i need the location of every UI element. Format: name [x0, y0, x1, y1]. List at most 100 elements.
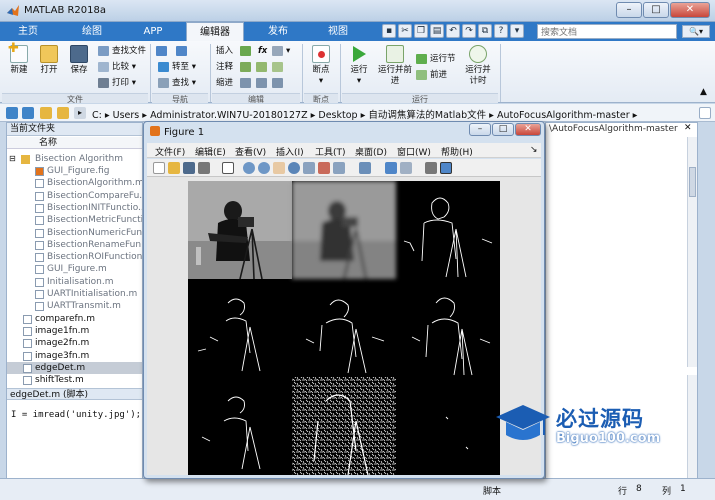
minimize-button[interactable]: –	[616, 2, 642, 18]
command-scrollbar[interactable]	[687, 375, 697, 481]
back-arrow-icon[interactable]	[6, 107, 18, 119]
menu-tools[interactable]: 工具(T)	[315, 145, 346, 158]
scrollbar-thumb[interactable]	[689, 167, 696, 197]
save-figure-icon[interactable]	[183, 162, 195, 174]
address-dropdown-icon[interactable]	[699, 107, 711, 119]
file-row[interactable]: BisectionRenameFun...	[7, 239, 142, 251]
menu-dock-arrow-icon[interactable]: ↘	[530, 145, 538, 155]
collapse-icon[interactable]: ⊟	[9, 153, 16, 165]
file-row[interactable]: BisectionCompareFu...	[7, 190, 142, 202]
file-row[interactable]: edgeDet.m	[7, 361, 142, 374]
rotate-3d-icon[interactable]	[288, 162, 300, 174]
tab-plots[interactable]: 绘图	[66, 22, 118, 41]
breadcrumb-segment[interactable]: 自动调焦算法的Matlab文件	[368, 110, 486, 121]
tab-view[interactable]: 视图	[313, 22, 363, 41]
insert-more-button[interactable]: ▾	[272, 45, 290, 57]
switch-windows-icon[interactable]: ⧉	[478, 24, 492, 38]
figure-maximize-button[interactable]: □	[492, 123, 514, 136]
advance-button[interactable]: 前进	[416, 69, 447, 81]
file-row[interactable]: BisectionMetricFuncti...	[7, 214, 142, 226]
find-files-button[interactable]: 查找文件	[98, 45, 146, 57]
tab-home[interactable]: 主页	[8, 22, 48, 41]
breadcrumb-segment[interactable]: Users	[113, 110, 140, 121]
insert-button[interactable]: 插入	[216, 45, 233, 57]
quick-dropdown-icon[interactable]: ▾	[510, 24, 524, 38]
print-button[interactable]: 打印 ▾	[98, 77, 136, 89]
breadcrumb-segment[interactable]: AutoFocusAlgorithm-master	[497, 110, 630, 121]
menu-edit[interactable]: 编辑(E)	[195, 145, 226, 158]
name-column-header[interactable]: 名称	[7, 137, 142, 149]
search-documentation-input[interactable]	[537, 24, 677, 39]
wrap-comment-button[interactable]	[272, 61, 286, 73]
file-row[interactable]: UARTTransmit.m	[7, 300, 142, 312]
tab-publish[interactable]: 发布	[253, 22, 303, 41]
figure-close-button[interactable]: ✕	[515, 123, 541, 136]
run-and-time-button[interactable]: 运行并计时	[462, 45, 494, 87]
file-row[interactable]: image3fn.m	[7, 350, 142, 362]
show-plot-tools-icon[interactable]	[440, 162, 452, 174]
search-button-icon[interactable]: 🔍▾	[682, 25, 710, 38]
editor-path-tab[interactable]: \AutoFocusAlgorithm-master	[549, 124, 678, 134]
browse-folder-icon[interactable]	[57, 107, 69, 119]
maximize-button[interactable]: □	[643, 2, 669, 18]
print-figure-icon[interactable]	[198, 162, 210, 174]
copy-quick-icon[interactable]: ❐	[414, 24, 428, 38]
insert-dropdown-button[interactable]	[240, 45, 254, 57]
cut-quick-icon[interactable]: ✂	[398, 24, 412, 38]
file-row[interactable]: BisectionINITFunctio...	[7, 202, 142, 214]
up-folder-icon[interactable]	[40, 107, 52, 119]
fx-button[interactable]: fx	[258, 45, 267, 57]
menu-file[interactable]: 文件(F)	[155, 145, 185, 158]
editor-scrollbar[interactable]	[687, 137, 697, 367]
file-row[interactable]: UARTInitialisation.m	[7, 288, 142, 300]
tab-editor[interactable]: 编辑器	[186, 22, 244, 41]
paste-quick-icon[interactable]: ▤	[430, 24, 444, 38]
forward-nav-button[interactable]	[176, 45, 190, 57]
file-row[interactable]: shiftTest.m	[7, 374, 142, 386]
redo-quick-icon[interactable]: ↷	[462, 24, 476, 38]
save-button[interactable]: 保存	[66, 45, 92, 76]
new-figure-icon[interactable]	[153, 162, 165, 174]
open-file-icon[interactable]	[168, 162, 180, 174]
comment-button[interactable]: 注释	[216, 61, 233, 73]
run-section-button[interactable]: 运行节	[416, 53, 456, 65]
undo-quick-icon[interactable]: ↶	[446, 24, 460, 38]
indent-button[interactable]: 缩进	[216, 77, 233, 89]
folder-row[interactable]: ⊟ Bisection Algorithm	[7, 153, 142, 165]
file-row[interactable]: image2fn.m	[7, 337, 142, 349]
find-button[interactable]: 查找 ▾	[158, 77, 196, 89]
new-button[interactable]: ✚ 新建	[6, 42, 32, 76]
pan-hand-icon[interactable]	[273, 162, 285, 174]
file-row[interactable]: Initialisation.m	[7, 276, 142, 288]
address-chevron-icon[interactable]: ▸	[74, 107, 86, 119]
file-row[interactable]: BisectionROIFunction...	[7, 251, 142, 263]
breadcrumb-segment[interactable]: Administrator.WIN7U-20180127Z	[150, 110, 308, 121]
decrease-indent-button[interactable]	[272, 77, 286, 89]
goto-button[interactable]: 转至 ▾	[158, 61, 196, 73]
collapse-ribbon-icon[interactable]: ▲	[700, 87, 707, 97]
open-button[interactable]: 打开	[36, 45, 62, 76]
zoom-out-icon[interactable]	[258, 162, 270, 174]
brush-dropdown-icon[interactable]	[333, 162, 345, 174]
uncomment-icon-button[interactable]	[256, 61, 270, 73]
menu-desktop[interactable]: 桌面(D)	[355, 145, 387, 158]
link-plot-icon[interactable]	[359, 162, 371, 174]
save-quick-icon[interactable]: ▪	[382, 24, 396, 38]
smart-indent-button[interactable]	[240, 77, 254, 89]
legend-icon[interactable]	[400, 162, 412, 174]
menu-help[interactable]: 帮助(H)	[441, 145, 473, 158]
forward-arrow-icon[interactable]	[22, 107, 34, 119]
file-row[interactable]: BisectionNumericFun...	[7, 227, 142, 239]
menu-insert[interactable]: 插入(I)	[276, 145, 304, 158]
edit-plot-arrow-icon[interactable]	[222, 162, 234, 174]
comment-icon-button[interactable]	[240, 61, 254, 73]
hide-plot-tools-icon[interactable]	[425, 162, 437, 174]
data-cursor-icon[interactable]	[303, 162, 315, 174]
menu-view[interactable]: 查看(V)	[235, 145, 266, 158]
figure-minimize-button[interactable]: –	[469, 123, 491, 136]
file-row[interactable]: BisectionAlgorithm.m	[7, 177, 142, 189]
compare-button[interactable]: 比较 ▾	[98, 61, 136, 73]
increase-indent-button[interactable]	[256, 77, 270, 89]
close-button[interactable]: ✕	[670, 2, 710, 18]
menu-window[interactable]: 窗口(W)	[397, 145, 431, 158]
